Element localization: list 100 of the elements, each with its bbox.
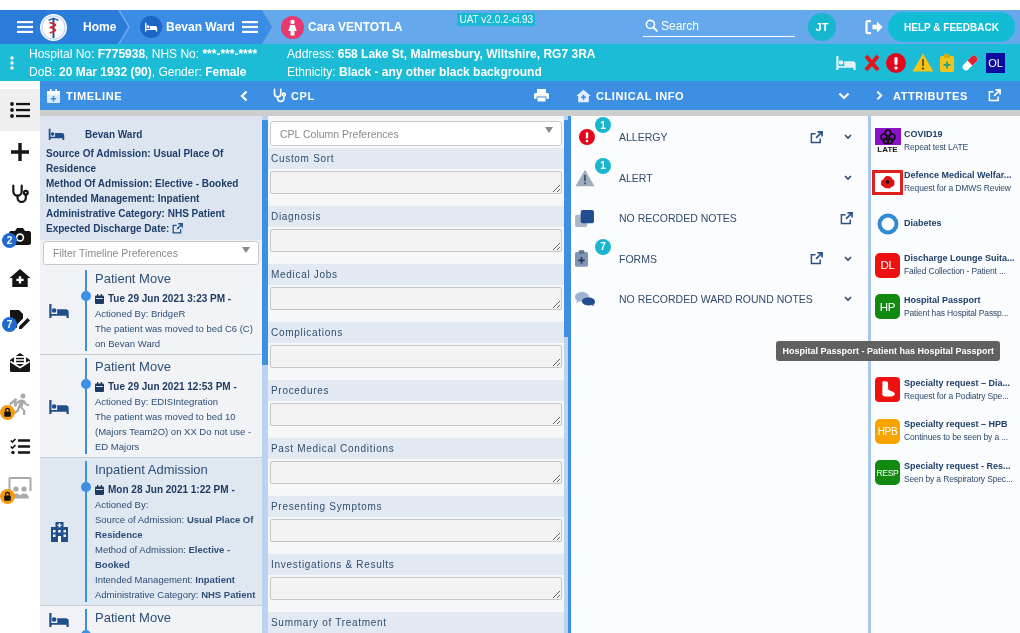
timeline-line xyxy=(85,609,87,630)
house-plus-icon xyxy=(576,88,591,103)
menu-icon[interactable] xyxy=(17,21,33,33)
sidebar-button[interactable] xyxy=(0,89,40,131)
external-link-icon[interactable] xyxy=(988,89,1001,102)
status-tile: HPB xyxy=(875,418,900,444)
filter-dropdown[interactable]: Filter Timeline Preferences xyxy=(43,241,259,265)
column-preferences-dropdown[interactable]: CPL Column Preferences xyxy=(270,121,562,146)
scrollbar-thumb[interactable] xyxy=(262,120,268,365)
hospital-icon xyxy=(50,521,68,542)
entry-detail: Source of Admission: Usual Place Of Residence xyxy=(95,513,255,542)
text-area-field[interactable] xyxy=(270,403,562,426)
scrollbar-thumb[interactable] xyxy=(564,120,568,337)
external-link-icon[interactable] xyxy=(172,223,184,234)
caret-down-icon xyxy=(242,247,250,253)
section-header: Diagnosis xyxy=(268,206,564,227)
entry-date: Mon 28 Jun 2021 1:22 PM - xyxy=(108,484,235,495)
caduceus-icon[interactable] xyxy=(40,13,67,41)
entry-title: Inpatient Admission xyxy=(95,461,209,479)
attribute-detail: Repeat test LATE xyxy=(904,140,970,154)
attribute-detail: Request for a DMWS Review xyxy=(904,182,1012,196)
search-icon xyxy=(645,19,658,32)
text-area-field[interactable] xyxy=(270,171,562,194)
version-label: UAT v2.0.2-ci.93 xyxy=(457,13,536,26)
attribute-title: Discharge Lounge Suita... xyxy=(904,252,1016,266)
entry-detail: Intended Management: Inpatient xyxy=(95,573,236,587)
text-area-field[interactable] xyxy=(270,287,562,310)
sidebar-button[interactable]: 2 xyxy=(0,215,40,257)
section-label[interactable]: NO RECORDED NOTES xyxy=(619,212,840,225)
printer-icon[interactable] xyxy=(534,89,549,102)
section-header: Investigations & Results xyxy=(268,554,564,575)
tile-label: LATE xyxy=(877,144,898,154)
bed-icon xyxy=(47,398,71,414)
text-area-field[interactable] xyxy=(270,461,562,484)
attribute-title: Diabetes xyxy=(904,217,943,231)
attribute-title: Specialty request – HPB xyxy=(904,418,1009,432)
logout-icon[interactable] xyxy=(865,19,883,35)
tooltip: Hospital Passport - Patient has Hospital Passport xyxy=(776,340,1000,361)
external-link-icon[interactable] xyxy=(840,211,853,225)
chevron-down-icon[interactable] xyxy=(844,296,852,303)
panel-title: TIMELINE xyxy=(66,89,123,102)
calendar-icon xyxy=(95,293,104,304)
section-header: Complications xyxy=(268,322,564,343)
panel-title: ATTRIBUTES xyxy=(893,89,968,102)
lock-icon xyxy=(0,489,15,504)
chevron-right-icon[interactable] xyxy=(876,90,883,101)
entry-detail: Method of Admission: Elective - Booked xyxy=(95,543,232,572)
flower-icon xyxy=(874,127,901,145)
stethoscope-icon xyxy=(272,88,287,103)
text-area-field[interactable] xyxy=(270,519,562,542)
home-link[interactable]: Home xyxy=(83,20,117,34)
section-header: Procedures xyxy=(268,380,564,401)
count-badge: 7 xyxy=(2,317,17,332)
more-icon[interactable] xyxy=(10,55,14,70)
calendar-icon xyxy=(95,484,104,495)
calendar-icon xyxy=(95,381,104,392)
entry-detail: The patient was moved to bed 10 (Majors Team2O) on XX Do not use - ED Majors xyxy=(95,410,253,454)
section-label[interactable]: ALERT xyxy=(619,171,844,184)
chevron-left-icon[interactable] xyxy=(240,89,248,102)
external-link-icon[interactable] xyxy=(810,130,823,144)
count-badge: 7 xyxy=(595,238,611,255)
bed-icon xyxy=(47,303,71,318)
plus-icon xyxy=(11,143,29,161)
menu-icon[interactable] xyxy=(241,21,258,33)
lock-icon xyxy=(0,405,15,420)
section-label[interactable]: ALLERGY xyxy=(619,131,810,144)
chevron-down-icon[interactable] xyxy=(844,134,852,141)
status-tile: DL xyxy=(875,252,900,278)
flag-badge: OL xyxy=(986,52,1005,73)
section-label[interactable]: NO RECORDED WARD ROUND NOTES xyxy=(619,293,844,306)
section-label[interactable]: FORMS xyxy=(619,252,810,265)
list-icon xyxy=(10,102,30,118)
count-badge: 1 xyxy=(595,117,611,134)
chevron-down-icon[interactable] xyxy=(844,255,852,262)
ward-link[interactable]: Bevan Ward xyxy=(166,20,235,34)
entry-detail: Actioned By: BridgeR xyxy=(95,307,187,321)
warning-icon xyxy=(912,53,935,72)
attribute-title: COVID19 xyxy=(904,127,944,141)
sidebar-button[interactable]: 7 xyxy=(0,299,40,341)
bed-icon xyxy=(47,612,71,627)
female-person-icon xyxy=(281,15,304,39)
entry-date: Tue 29 Jun 2021 12:53 PM - xyxy=(108,381,237,392)
text-area-field[interactable] xyxy=(270,229,562,252)
warning-icon xyxy=(575,168,595,187)
cross-icon xyxy=(864,53,881,72)
summary-line: Source Of Admission: Usual Place Of Residence xyxy=(46,147,225,176)
attribute-detail: Request for a Podiatry Spe... xyxy=(904,389,1010,403)
text-area-field[interactable] xyxy=(270,577,562,600)
entry-title: Patient Move xyxy=(95,270,172,288)
search-field[interactable]: Search xyxy=(643,15,795,37)
clipboard-plus-icon xyxy=(940,53,955,72)
attribute-title: Specialty request – Dia... xyxy=(904,376,1012,390)
attribute-title: Defence Medical Welfar... xyxy=(904,169,1013,183)
text-area-field[interactable] xyxy=(270,345,562,368)
summary-line: Administrative Category: NHS Patient xyxy=(46,207,226,221)
entry-title: Patient Move xyxy=(95,609,172,627)
external-link-icon[interactable] xyxy=(810,252,823,266)
entry-date: Tue 29 Jun 2021 3:23 PM - xyxy=(108,293,232,304)
count-badge: 1 xyxy=(595,157,611,174)
chevron-down-icon[interactable] xyxy=(844,174,852,181)
